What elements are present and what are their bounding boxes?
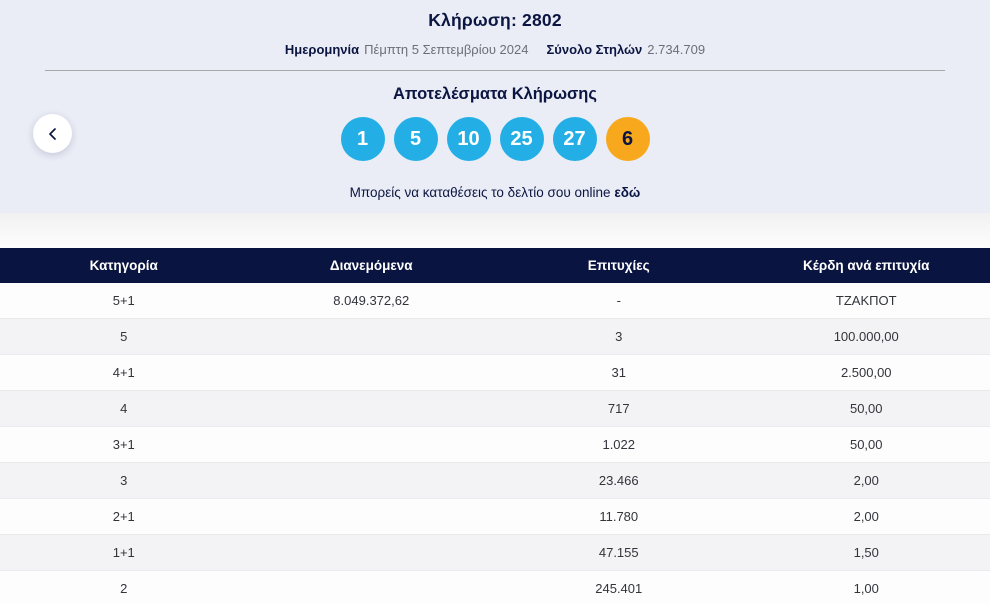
table-header-cell: Κέρδη ανά επιτυχία [803, 258, 930, 273]
table-row: 2 245.401 1,00 [0, 571, 990, 604]
table-cell-prize: 50,00 [849, 401, 883, 416]
table-cell-winners: 3 [615, 329, 623, 344]
table-cell-category: 3+1 [112, 437, 135, 452]
table-header-cell: Διανεμόμενα [329, 258, 413, 273]
prev-draw-button[interactable] [33, 114, 72, 153]
table-cell-category: 3 [120, 473, 128, 488]
table-row: 3 23.466 2,00 [0, 463, 990, 499]
table-row: 1+1 47.155 1,50 [0, 535, 990, 571]
table-cell-winners: 23.466 [598, 473, 639, 488]
drawn-number-ball: 10 [446, 117, 491, 161]
table-cell-category: 5 [120, 329, 128, 344]
deposit-text: Μπορείς να καταθέσεις το δελτίο σου onli… [349, 185, 611, 200]
table-cell-prize: ΤΖΑΚΠΟΤ [835, 293, 897, 308]
table-row: 5+1 8.049.372,62 - ΤΖΑΚΠΟΤ [0, 283, 990, 319]
table-cell-prize: 1,00 [853, 581, 879, 596]
table-cell-prize: 1,50 [853, 545, 879, 560]
table-row: 4+1 31 2.500,00 [0, 355, 990, 391]
draw-title: Κλήρωση: 2802 [428, 10, 562, 30]
drawn-number-ball: 27 [552, 117, 597, 161]
deposit-here-link[interactable]: εδώ [614, 185, 640, 200]
results-heading: Αποτελέσματα Κλήρωσης [393, 85, 597, 103]
deposit-line: Μπορείς να καταθέσεις το δελτίο σου onli… [0, 185, 990, 200]
draw-meta: Ημερομηνία Πέμπτη 5 Σεπτεμβρίου 2024 Σύν… [0, 42, 990, 57]
table-cell-category: 2+1 [112, 509, 135, 524]
table-cell-prize: 2,00 [853, 509, 879, 524]
table-cell-distributed: 8.049.372,62 [333, 293, 410, 308]
table-header-row: Κατηγορία Διανεμόμενα Επιτυχίες Κέρδη ανά ε… [0, 248, 990, 283]
total-columns-label: Σύνολο Στηλών [546, 42, 643, 57]
table-cell-category: 5+1 [112, 293, 135, 308]
table-cell-winners: 717 [607, 401, 630, 416]
total-columns-value: 2.734.709 [647, 42, 706, 57]
table-cell-winners: 31 [611, 365, 626, 380]
table-cell-prize: 50,00 [849, 437, 883, 452]
draw-header-section: Κλήρωση: 2802 Ημερομηνία Πέμπτη 5 Σεπτεμ… [0, 0, 990, 213]
chevron-left-icon [46, 127, 60, 141]
bonus-number-ball: 6 [605, 117, 650, 161]
drawn-number-ball: 1 [340, 117, 385, 161]
table-body: 5+1 8.049.372,62- ΤΖΑΚΠΟΤ 5 3 100.000,00 4+1 31… [0, 283, 990, 604]
drawn-number-ball: 25 [499, 117, 544, 161]
table-row: 5 3 100.000,00 [0, 319, 990, 355]
total-columns: Σύνολο Στηλών 2.734.709 [546, 42, 705, 57]
drawn-number-ball: 5 [393, 117, 438, 161]
table-cell-prize: 2,00 [853, 473, 879, 488]
table-cell-winners: 47.155 [598, 545, 639, 560]
table-cell-winners: 1.022 [602, 437, 636, 452]
draw-date: Ημερομηνία Πέμπτη 5 Σεπτεμβρίου 2024 [285, 42, 529, 57]
table-cell-prize: 2.500,00 [840, 365, 892, 380]
table-cell-category: 4 [120, 401, 128, 416]
table-cell-category: 4+1 [112, 365, 135, 380]
table-row: 3+1 1.022 50,00 [0, 427, 990, 463]
table-header-cell: Κατηγορία [89, 258, 158, 273]
table-cell-winners: 245.401 [595, 581, 643, 596]
header-divider [45, 70, 945, 71]
table-header-cell: Επιτυχίες [587, 258, 650, 273]
winnings-table: Κατηγορία Διανεμόμενα Επιτυχίες Κέρδη ανά ε… [0, 248, 990, 604]
table-cell-prize: 100.000,00 [833, 329, 899, 344]
section-gap [0, 213, 990, 248]
table-cell-category: 2 [120, 581, 128, 596]
table-row: 4 717 50,00 [0, 391, 990, 427]
table-cell-winners: 11.780 [599, 509, 639, 524]
draw-date-label: Ημερομηνία [284, 42, 360, 57]
draw-date-value: Πέμπτη 5 Σεπτεμβρίου 2024 [364, 42, 529, 57]
table-cell-winners: - [616, 293, 621, 308]
drawn-numbers-row: 1 5 10 25 27 6 [0, 117, 990, 161]
table-cell-category: 1+1 [112, 545, 135, 560]
table-row: 2+1 11.780 2,00 [0, 499, 990, 535]
